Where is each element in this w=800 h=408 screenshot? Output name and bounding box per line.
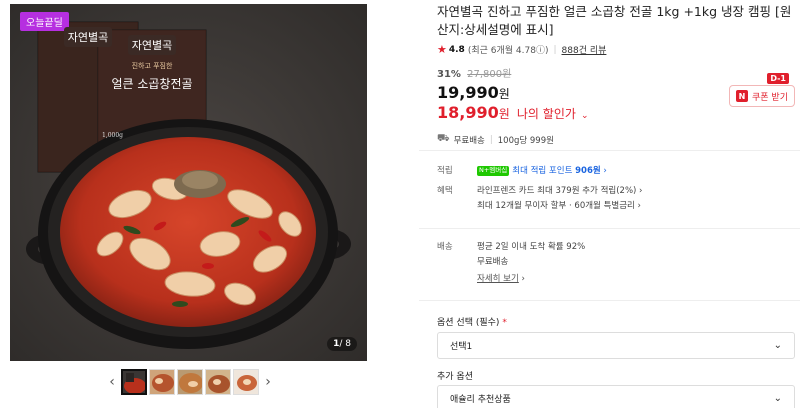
unit-price: 100g당 999원: [497, 135, 554, 146]
shipping-separator: |: [489, 134, 493, 145]
section-divider: [419, 150, 800, 151]
chevron-down-icon: ⌄: [581, 111, 589, 121]
benefit-values: 라인프렌즈 카드 최대 379원 추가 적립(2%) › 최대 12개월 무이자…: [477, 184, 795, 214]
chevron-down-icon: ⌄: [773, 340, 782, 351]
points-key: 적립: [437, 166, 453, 176]
thumbnail-5[interactable]: [233, 369, 259, 395]
rating-row: ★ 4.8 (최근 6개월 4.78 ⓘ) | 888건 리뷰: [437, 43, 795, 56]
thumbnail-1[interactable]: [121, 369, 147, 395]
free-shipping-text: 무료배송: [453, 135, 485, 146]
my-price-label: 나의 할인가: [516, 107, 576, 121]
required-option-select[interactable]: 선택1 ⌄: [437, 332, 795, 359]
thumbnail-4[interactable]: [205, 369, 231, 395]
my-discount-price: 18,990: [437, 103, 499, 122]
image-counter: 1/ 8: [327, 337, 357, 351]
sale-price-unit: 원: [498, 87, 510, 101]
delivery-more-link[interactable]: 자세히 보기 ›: [477, 272, 795, 287]
discount-row: 31% 27,800원: [437, 65, 795, 80]
product-info: 자연별곡 진하고 푸짐한 얼큰 소곱창 전골 1kg +1kg 냉장 캠핑 [원…: [437, 0, 795, 146]
delivery-row: 배송 평균 2일 이내 도착 확률 92% 무료배송 자세히 보기 ›: [437, 240, 795, 288]
original-price: 27,800원: [467, 69, 512, 80]
thumbnail-strip: ‹ ›: [104, 369, 276, 395]
thumbnail-next-arrow[interactable]: ›: [260, 369, 276, 395]
extra-option-select[interactable]: 애슐리 추천상품 ⌄: [437, 385, 795, 408]
section-divider: [419, 228, 800, 229]
thumbnail-prev-arrow[interactable]: ‹: [104, 369, 120, 395]
price-block: 31% 27,800원 19,990원 18,990원 나의 할인가 ⌄ D-1…: [437, 65, 795, 122]
delivery-values: 평균 2일 이내 도착 확률 92% 무료배송 자세히 보기 ›: [477, 240, 795, 287]
benefit-installment[interactable]: 최대 12개월 무이자 할부 · 60개월 특별금리 ›: [477, 199, 795, 214]
naver-coupon-icon: N: [736, 90, 748, 102]
main-product-image[interactable]: 오늘끝딜 자연별곡 자연별곡 진하고 푸짐한 얼큰 소곱창전골 1,000g 1…: [10, 4, 367, 361]
rating-recent: (최근 6개월 4.78: [467, 46, 536, 56]
product-gallery: 오늘끝딜 자연별곡 자연별곡 진하고 푸짐한 얼큰 소곱창전골 1,000g 1…: [0, 0, 400, 408]
shipping-summary: ⛟ 무료배송 | 100g당 999원: [437, 133, 795, 146]
coupon-button-label: 쿠폰 받기: [752, 92, 788, 103]
benefit-row: 혜택 라인프렌즈 카드 최대 379원 추가 적립(2%) › 최대 12개월 …: [437, 184, 795, 216]
points-row: 적립 N+멤버십 최대 적립 포인트 906원 ›: [437, 164, 795, 180]
chevron-down-icon: ⌄: [773, 393, 782, 404]
points-text: 최대 적립 포인트 906원 ›: [512, 166, 607, 176]
truck-icon: ⛟: [437, 133, 450, 144]
coupon-download-button[interactable]: N 쿠폰 받기: [729, 85, 795, 107]
rating-score: 4.8: [448, 44, 465, 55]
delivery-fee: 무료배송: [477, 257, 509, 267]
points-value-line[interactable]: N+멤버십 최대 적립 포인트 906원 ›: [477, 164, 795, 179]
my-price-unit: 원: [498, 107, 510, 121]
discount-rate: 31%: [437, 69, 461, 80]
extra-option-label: 추가 옵션: [437, 372, 473, 382]
delivery-arrival-rate: 평균 2일 이내 도착 확률 92%: [477, 242, 586, 252]
package-front-label: 자연별곡 진하고 푸짐한 얼큰 소곱창전골 1,000g: [102, 34, 202, 139]
product-title: 자연별곡 진하고 푸짐한 얼큰 소곱창 전골 1kg +1kg 냉장 캠핑 [원…: [437, 4, 792, 37]
section-divider: [419, 300, 800, 301]
required-option-label: 옵션 선택 (필수) *: [437, 318, 507, 328]
rating-separator: |: [553, 44, 557, 55]
review-count-link[interactable]: 888건 리뷰: [562, 43, 607, 56]
star-icon: ★: [437, 43, 447, 56]
benefit-card-points[interactable]: 라인프렌즈 카드 최대 379원 추가 적립(2%) ›: [477, 184, 795, 199]
dday-badge: D-1: [767, 73, 789, 84]
sale-price: 19,990: [437, 83, 499, 102]
extra-option-value: 애슐리 추천상품: [450, 395, 511, 405]
thumbnail-2[interactable]: [149, 369, 175, 395]
thumbnail-3[interactable]: [177, 369, 203, 395]
benefit-key: 혜택: [437, 186, 453, 196]
delivery-key: 배송: [437, 242, 453, 252]
membership-badge: N+멤버십: [477, 165, 510, 176]
required-option-value: 선택1: [450, 342, 473, 352]
info-icon[interactable]: ⓘ): [536, 43, 549, 56]
